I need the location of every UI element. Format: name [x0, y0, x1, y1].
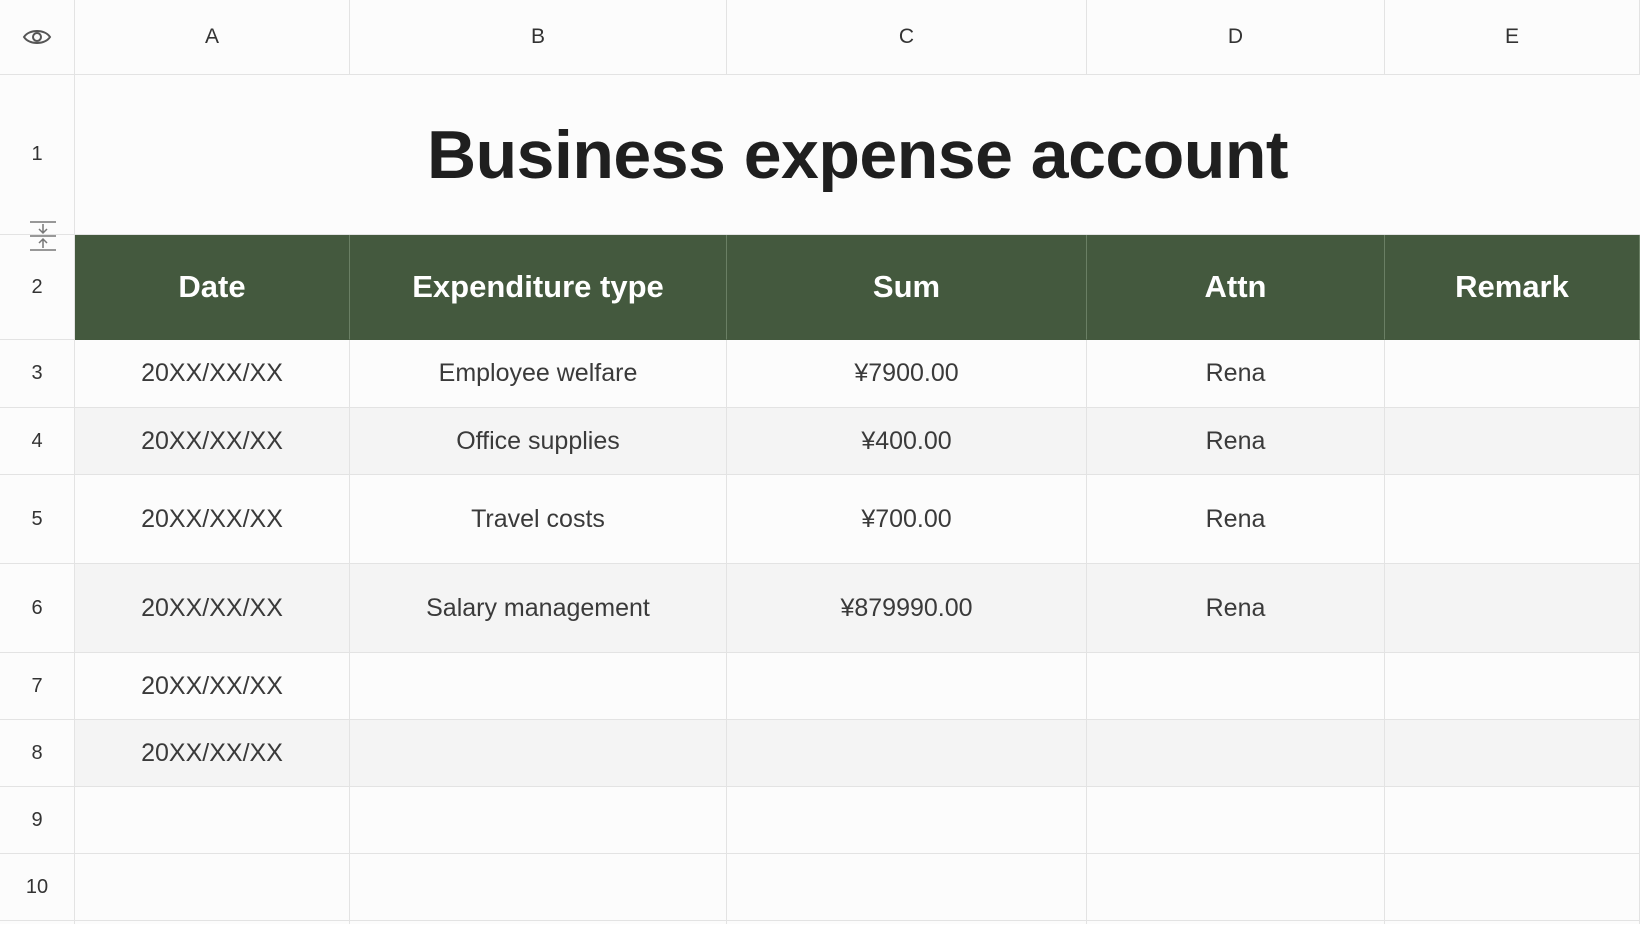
column-header-b[interactable]: B — [350, 0, 727, 75]
table-cell[interactable]: 20XX/XX/XX — [75, 475, 350, 564]
row-resize-icon[interactable] — [28, 220, 58, 252]
row-header-9[interactable]: 9 — [0, 787, 75, 854]
row-header-7[interactable]: 7 — [0, 653, 75, 720]
viewport-bottom-edge — [0, 924, 1640, 952]
select-all-corner[interactable] — [0, 0, 75, 75]
table-cell[interactable] — [727, 653, 1087, 720]
sheet-title[interactable]: Business expense account — [75, 75, 1640, 235]
row-header-3[interactable]: 3 — [0, 340, 75, 408]
table-cell[interactable] — [75, 854, 350, 921]
spreadsheet: ABCDE1234567891011Business expense accou… — [0, 0, 1640, 952]
table-cell[interactable] — [1385, 475, 1640, 564]
table-cell[interactable]: 20XX/XX/XX — [75, 720, 350, 787]
table-header-remark[interactable]: Remark — [1385, 235, 1640, 340]
table-cell[interactable] — [350, 787, 727, 854]
table-header-date[interactable]: Date — [75, 235, 350, 340]
table-cell[interactable] — [727, 854, 1087, 921]
table-cell[interactable]: Travel costs — [350, 475, 727, 564]
table-cell[interactable]: 20XX/XX/XX — [75, 564, 350, 653]
row-header-4[interactable]: 4 — [0, 408, 75, 475]
column-header-d[interactable]: D — [1087, 0, 1385, 75]
table-cell[interactable]: 20XX/XX/XX — [75, 340, 350, 408]
table-cell[interactable]: ¥879990.00 — [727, 564, 1087, 653]
table-cell[interactable]: Office supplies — [350, 408, 727, 475]
eye-icon[interactable] — [22, 26, 52, 48]
table-cell[interactable] — [1385, 720, 1640, 787]
table-cell[interactable]: Rena — [1087, 408, 1385, 475]
table-cell[interactable] — [1087, 787, 1385, 854]
table-cell[interactable] — [350, 854, 727, 921]
row-header-6[interactable]: 6 — [0, 564, 75, 653]
table-cell[interactable]: Rena — [1087, 340, 1385, 408]
table-cell[interactable]: Rena — [1087, 564, 1385, 653]
table-cell[interactable] — [1087, 720, 1385, 787]
column-header-a[interactable]: A — [75, 0, 350, 75]
table-cell[interactable] — [1385, 340, 1640, 408]
table-cell[interactable] — [350, 720, 727, 787]
table-cell[interactable]: Salary management — [350, 564, 727, 653]
table-cell[interactable] — [727, 720, 1087, 787]
table-header-expenditure-type[interactable]: Expenditure type — [350, 235, 727, 340]
column-header-e[interactable]: E — [1385, 0, 1640, 75]
table-cell[interactable]: ¥400.00 — [727, 408, 1087, 475]
table-cell[interactable] — [1385, 787, 1640, 854]
row-header-8[interactable]: 8 — [0, 720, 75, 787]
row-header-10[interactable]: 10 — [0, 854, 75, 921]
table-cell[interactable] — [1385, 564, 1640, 653]
table-cell[interactable]: ¥7900.00 — [727, 340, 1087, 408]
table-cell[interactable] — [1087, 653, 1385, 720]
column-header-c[interactable]: C — [727, 0, 1087, 75]
table-cell[interactable]: 20XX/XX/XX — [75, 653, 350, 720]
table-cell[interactable]: Rena — [1087, 475, 1385, 564]
row-header-5[interactable]: 5 — [0, 475, 75, 564]
row-header-1[interactable]: 1 — [0, 75, 75, 235]
table-cell[interactable] — [1087, 854, 1385, 921]
table-cell[interactable] — [75, 787, 350, 854]
table-cell[interactable]: Employee welfare — [350, 340, 727, 408]
table-cell[interactable] — [727, 787, 1087, 854]
table-cell[interactable] — [1385, 408, 1640, 475]
table-cell[interactable] — [350, 653, 727, 720]
table-cell[interactable] — [1385, 854, 1640, 921]
table-header-sum[interactable]: Sum — [727, 235, 1087, 340]
table-header-attn[interactable]: Attn — [1087, 235, 1385, 340]
table-cell[interactable]: ¥700.00 — [727, 475, 1087, 564]
table-cell[interactable] — [1385, 653, 1640, 720]
table-cell[interactable]: 20XX/XX/XX — [75, 408, 350, 475]
